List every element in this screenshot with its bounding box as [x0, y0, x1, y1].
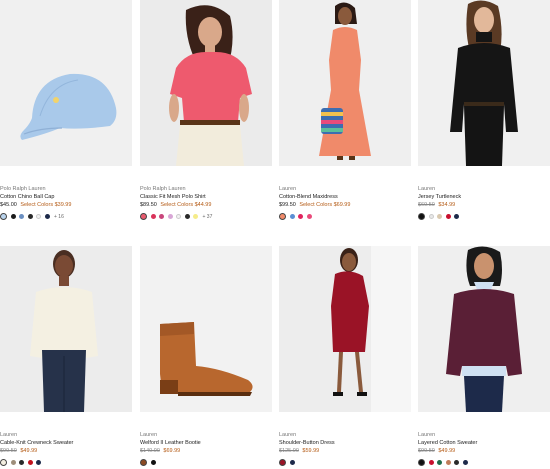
color-swatch[interactable]: [0, 459, 7, 466]
color-swatch[interactable]: [418, 213, 425, 220]
color-swatch[interactable]: [279, 213, 286, 220]
product-image-ball-cap[interactable]: [0, 0, 132, 166]
color-swatch[interactable]: [150, 214, 156, 219]
price-sale: $59.99: [302, 448, 320, 454]
product-price: $99.50 Select Colors $69.99: [279, 202, 350, 208]
color-swatch[interactable]: [36, 460, 41, 465]
product-image-polo-shirt[interactable]: [140, 0, 272, 166]
price-select-colors: Select Colors $39.99: [20, 202, 72, 208]
product-name[interactable]: Shoulder-Button Dress: [279, 440, 335, 446]
product-image-cable-knit-sweater[interactable]: [0, 246, 132, 412]
product-name[interactable]: Layered Cotton Sweater: [418, 440, 477, 446]
color-swatch[interactable]: [150, 460, 156, 465]
color-swatches: [0, 459, 41, 466]
price-regular: $99.50: [279, 202, 296, 208]
product-brand: Lauren: [140, 432, 158, 438]
price-sale: $34.99: [438, 202, 456, 208]
more-colors-link[interactable]: + 16: [54, 214, 64, 220]
product-image-maxidress[interactable]: [279, 0, 411, 166]
product-image-layered-sweater[interactable]: [418, 246, 550, 412]
color-swatches: [140, 459, 156, 466]
color-swatch[interactable]: [306, 214, 312, 219]
product-price: $99.50 $49.99: [418, 448, 455, 454]
product-image-leather-bootie[interactable]: [140, 246, 272, 412]
product-name[interactable]: Cotton Chino Ball Cap: [0, 194, 54, 200]
color-swatches: [418, 213, 459, 220]
product-brand: Lauren: [279, 432, 297, 438]
color-swatch[interactable]: [159, 214, 164, 219]
color-swatches: + 37: [140, 213, 212, 220]
color-swatches: + 16: [0, 213, 64, 220]
product-image-shoulder-button-dress[interactable]: [279, 246, 411, 412]
color-swatch[interactable]: [167, 214, 173, 219]
color-swatch[interactable]: [176, 214, 181, 219]
more-colors-link[interactable]: + 37: [203, 214, 213, 220]
product-brand: Polo Ralph Lauren: [140, 186, 186, 192]
color-swatch[interactable]: [445, 460, 451, 465]
color-swatch[interactable]: [279, 459, 286, 466]
color-swatch[interactable]: [140, 459, 147, 466]
product-name[interactable]: Jersey Turtleneck: [418, 194, 461, 200]
product-price: $89.50 Select Colors $44.99: [140, 202, 211, 208]
color-swatch[interactable]: [10, 214, 16, 219]
color-swatches: [279, 459, 295, 466]
product-name[interactable]: Cotton-Blend Maxidress: [279, 194, 338, 200]
color-swatch[interactable]: [454, 460, 459, 465]
color-swatch[interactable]: [193, 214, 198, 219]
price-original: $69.50: [418, 202, 435, 208]
color-swatch[interactable]: [19, 460, 24, 465]
product-price: $69.50 $34.99: [418, 202, 455, 208]
product-brand: Polo Ralph Lauren: [0, 186, 46, 192]
product-name[interactable]: Classic Fit Mesh Polo Shirt: [140, 194, 206, 200]
price-original: $99.50: [0, 448, 17, 454]
color-swatch[interactable]: [140, 213, 147, 220]
product-name[interactable]: Welford II Leather Bootie: [140, 440, 201, 446]
product-price: $45.00 Select Colors $39.99: [0, 202, 71, 208]
color-swatch[interactable]: [289, 460, 295, 465]
color-swatches: [418, 459, 468, 466]
color-swatch[interactable]: [10, 460, 16, 465]
color-swatch[interactable]: [428, 460, 434, 465]
product-price: $140.00 $69.99: [140, 448, 180, 454]
color-swatch[interactable]: [445, 214, 451, 219]
color-swatch[interactable]: [418, 459, 425, 466]
price-select-colors: Select Colors $69.99: [299, 202, 351, 208]
product-brand: Lauren: [418, 186, 436, 192]
price-sale: $69.99: [163, 448, 181, 454]
product-brand: Lauren: [418, 432, 436, 438]
color-swatch[interactable]: [298, 214, 303, 219]
color-swatch[interactable]: [184, 214, 190, 219]
price-regular: $89.50: [140, 202, 157, 208]
color-swatches: [279, 213, 312, 220]
color-swatch[interactable]: [27, 460, 33, 465]
product-price: $125.00 $59.99: [279, 448, 319, 454]
product-image-turtleneck[interactable]: [418, 0, 550, 166]
color-swatch[interactable]: [454, 214, 459, 219]
price-original: $125.00: [279, 448, 299, 454]
price-original: $99.50: [418, 448, 435, 454]
color-swatch[interactable]: [462, 460, 468, 465]
color-swatch[interactable]: [27, 214, 33, 219]
color-swatch[interactable]: [44, 214, 50, 219]
price-sale: $49.99: [438, 448, 456, 454]
product-brand: Lauren: [0, 432, 18, 438]
product-brand: Lauren: [279, 186, 297, 192]
color-swatch[interactable]: [36, 214, 41, 219]
color-swatch[interactable]: [289, 214, 295, 219]
price-original: $140.00: [140, 448, 160, 454]
color-swatch[interactable]: [437, 214, 442, 219]
product-price: $99.50 $49.99: [0, 448, 37, 454]
price-sale: $49.99: [20, 448, 38, 454]
price-select-colors: Select Colors $44.99: [160, 202, 212, 208]
price-regular: $45.00: [0, 202, 17, 208]
product-name[interactable]: Cable-Knit Crewneck Sweater: [0, 440, 73, 446]
color-swatch[interactable]: [437, 460, 442, 465]
color-swatch[interactable]: [19, 214, 24, 219]
color-swatch[interactable]: [0, 213, 7, 220]
color-swatch[interactable]: [428, 214, 434, 219]
